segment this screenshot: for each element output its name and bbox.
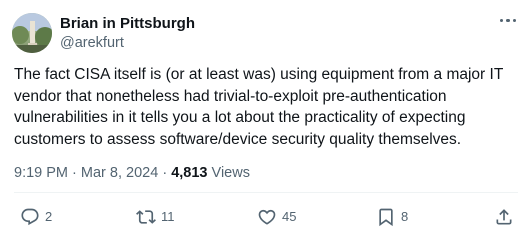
tweet-text: The fact CISA itself is (or at least was… — [14, 66, 504, 148]
bookmark-icon — [379, 208, 393, 227]
bookmark-count: 8 — [401, 209, 409, 224]
avatar-image — [12, 13, 52, 53]
like-count: 45 — [282, 209, 297, 224]
heart-icon — [258, 209, 276, 225]
tweet-time[interactable]: 9:19 PM — [14, 165, 68, 181]
reply-count: 2 — [45, 209, 53, 224]
meta-separator: · — [72, 165, 77, 181]
repost-button[interactable]: 11 — [136, 204, 175, 230]
author-handle[interactable]: @arekfurt — [60, 34, 124, 52]
share-button[interactable] — [494, 204, 514, 230]
bookmark-button[interactable]: 8 — [376, 204, 408, 230]
tweet-card: Brian in Pittsburgh @arekfurt The fact C… — [0, 0, 532, 246]
views-count: 4,813 — [171, 165, 208, 181]
repost-count: 11 — [161, 209, 175, 224]
views-label: Views — [211, 165, 250, 181]
like-button[interactable]: 45 — [257, 204, 296, 230]
reply-icon — [21, 208, 39, 226]
tweet-meta: 9:19 PM · Mar 8, 2024 · 4,813 Views — [14, 164, 250, 182]
action-bar: 2 11 45 8 — [0, 204, 532, 230]
divider — [14, 192, 518, 193]
author-name[interactable]: Brian in Pittsburgh — [60, 15, 195, 33]
avatar[interactable] — [12, 13, 52, 53]
repost-icon — [136, 210, 156, 224]
reply-button[interactable]: 2 — [20, 204, 52, 230]
more-horizontal-icon[interactable] — [498, 14, 518, 28]
share-icon — [496, 209, 512, 225]
tweet-date[interactable]: Mar 8, 2024 — [81, 165, 158, 181]
meta-separator: · — [162, 165, 168, 181]
